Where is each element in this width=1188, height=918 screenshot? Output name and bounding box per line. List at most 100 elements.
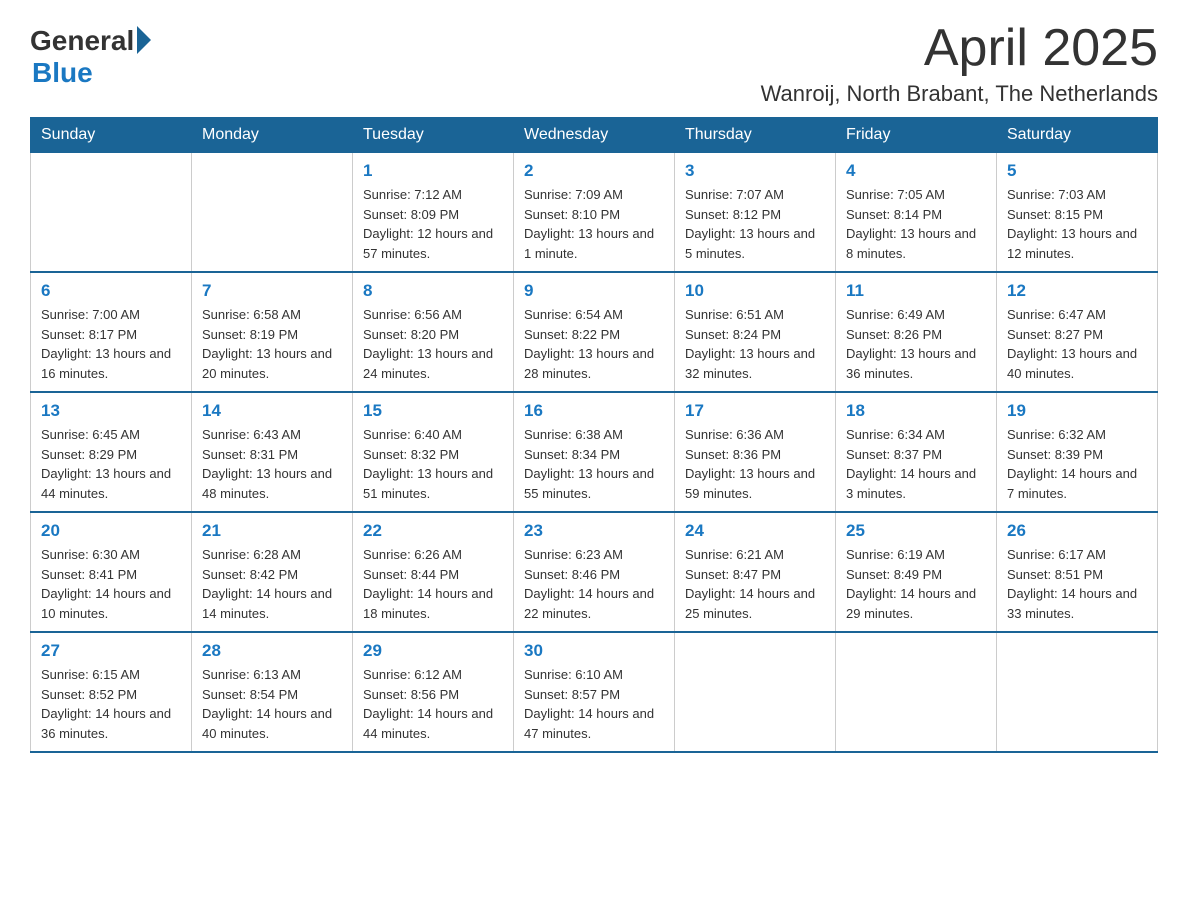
day-number: 15	[363, 401, 503, 421]
day-number: 28	[202, 641, 342, 661]
calendar-cell: 1 Sunrise: 7:12 AMSunset: 8:09 PMDaylight…	[353, 153, 514, 273]
day-number: 18	[846, 401, 986, 421]
calendar-cell: 22 Sunrise: 6:26 AMSunset: 8:44 PMDayligh…	[353, 512, 514, 632]
calendar-cell: 15 Sunrise: 6:40 AMSunset: 8:32 PMDayligh…	[353, 392, 514, 512]
header-cell-sunday: Sunday	[31, 118, 192, 153]
calendar-cell: 9 Sunrise: 6:54 AMSunset: 8:22 PMDaylight…	[514, 272, 675, 392]
calendar-week-row: 20 Sunrise: 6:30 AMSunset: 8:41 PMDayligh…	[31, 512, 1158, 632]
calendar-cell: 17 Sunrise: 6:36 AMSunset: 8:36 PMDayligh…	[675, 392, 836, 512]
day-info: Sunrise: 7:09 AMSunset: 8:10 PMDaylight:…	[524, 185, 664, 263]
day-number: 3	[685, 161, 825, 181]
header-cell-saturday: Saturday	[997, 118, 1158, 153]
day-info: Sunrise: 6:32 AMSunset: 8:39 PMDaylight:…	[1007, 425, 1147, 503]
day-info: Sunrise: 7:12 AMSunset: 8:09 PMDaylight:…	[363, 185, 503, 263]
day-number: 25	[846, 521, 986, 541]
day-number: 6	[41, 281, 181, 301]
calendar-cell: 12 Sunrise: 6:47 AMSunset: 8:27 PMDayligh…	[997, 272, 1158, 392]
logo-blue: Blue	[32, 57, 93, 89]
calendar-cell: 5Sunrise: 7:03 AMSunset: 8:15 PMDaylight…	[997, 153, 1158, 273]
calendar-cell: 11 Sunrise: 6:49 AMSunset: 8:26 PMDayligh…	[836, 272, 997, 392]
day-info: Sunrise: 6:36 AMSunset: 8:36 PMDaylight:…	[685, 425, 825, 503]
calendar-cell: 21Sunrise: 6:28 AMSunset: 8:42 PMDayligh…	[192, 512, 353, 632]
day-number: 21	[202, 521, 342, 541]
calendar-cell: 8 Sunrise: 6:56 AMSunset: 8:20 PMDaylight…	[353, 272, 514, 392]
day-info: Sunrise: 6:58 AMSunset: 8:19 PMDaylight:…	[202, 305, 342, 383]
header-cell-monday: Monday	[192, 118, 353, 153]
calendar-cell	[192, 153, 353, 273]
calendar-week-row: 6 Sunrise: 7:00 AMSunset: 8:17 PMDaylight…	[31, 272, 1158, 392]
logo: General Blue	[30, 20, 151, 89]
calendar-table: SundayMondayTuesdayWednesdayThursdayFrid…	[30, 117, 1158, 753]
header-cell-wednesday: Wednesday	[514, 118, 675, 153]
day-info: Sunrise: 6:34 AMSunset: 8:37 PMDaylight:…	[846, 425, 986, 503]
calendar-week-row: 27 Sunrise: 6:15 AMSunset: 8:52 PMDayligh…	[31, 632, 1158, 752]
day-info: Sunrise: 7:05 AMSunset: 8:14 PMDaylight:…	[846, 185, 986, 263]
day-number: 14	[202, 401, 342, 421]
logo-arrow-icon	[137, 26, 151, 54]
day-info: Sunrise: 6:47 AMSunset: 8:27 PMDaylight:…	[1007, 305, 1147, 383]
day-info: Sunrise: 6:26 AMSunset: 8:44 PMDaylight:…	[363, 545, 503, 623]
day-info: Sunrise: 6:40 AMSunset: 8:32 PMDaylight:…	[363, 425, 503, 503]
day-info: Sunrise: 6:43 AMSunset: 8:31 PMDaylight:…	[202, 425, 342, 503]
day-number: 29	[363, 641, 503, 661]
calendar-cell: 13Sunrise: 6:45 AMSunset: 8:29 PMDayligh…	[31, 392, 192, 512]
calendar-week-row: 1 Sunrise: 7:12 AMSunset: 8:09 PMDaylight…	[31, 153, 1158, 273]
day-number: 26	[1007, 521, 1147, 541]
calendar-cell: 16Sunrise: 6:38 AMSunset: 8:34 PMDayligh…	[514, 392, 675, 512]
location-title: Wanroij, North Brabant, The Netherlands	[761, 81, 1158, 107]
day-info: Sunrise: 6:10 AMSunset: 8:57 PMDaylight:…	[524, 665, 664, 743]
day-info: Sunrise: 6:21 AMSunset: 8:47 PMDaylight:…	[685, 545, 825, 623]
day-number: 24	[685, 521, 825, 541]
calendar-cell: 2 Sunrise: 7:09 AMSunset: 8:10 PMDaylight…	[514, 153, 675, 273]
calendar-header-row: SundayMondayTuesdayWednesdayThursdayFrid…	[31, 118, 1158, 153]
day-info: Sunrise: 6:56 AMSunset: 8:20 PMDaylight:…	[363, 305, 503, 383]
day-number: 23	[524, 521, 664, 541]
day-info: Sunrise: 6:13 AMSunset: 8:54 PMDaylight:…	[202, 665, 342, 743]
day-number: 1	[363, 161, 503, 181]
calendar-cell: 25 Sunrise: 6:19 AMSunset: 8:49 PMDayligh…	[836, 512, 997, 632]
day-info: Sunrise: 6:30 AMSunset: 8:41 PMDaylight:…	[41, 545, 181, 623]
calendar-cell	[31, 153, 192, 273]
logo-general: General	[30, 25, 134, 57]
day-number: 5	[1007, 161, 1147, 181]
day-number: 11	[846, 281, 986, 301]
day-info: Sunrise: 6:54 AMSunset: 8:22 PMDaylight:…	[524, 305, 664, 383]
calendar-cell: 20 Sunrise: 6:30 AMSunset: 8:41 PMDayligh…	[31, 512, 192, 632]
day-number: 2	[524, 161, 664, 181]
calendar-cell: 29 Sunrise: 6:12 AMSunset: 8:56 PMDayligh…	[353, 632, 514, 752]
day-info: Sunrise: 6:12 AMSunset: 8:56 PMDaylight:…	[363, 665, 503, 743]
day-number: 9	[524, 281, 664, 301]
day-number: 10	[685, 281, 825, 301]
calendar-cell: 24 Sunrise: 6:21 AMSunset: 8:47 PMDayligh…	[675, 512, 836, 632]
day-number: 27	[41, 641, 181, 661]
calendar-cell: 7 Sunrise: 6:58 AMSunset: 8:19 PMDaylight…	[192, 272, 353, 392]
calendar-cell: 4Sunrise: 7:05 AMSunset: 8:14 PMDaylight…	[836, 153, 997, 273]
day-number: 17	[685, 401, 825, 421]
calendar-cell: 6 Sunrise: 7:00 AMSunset: 8:17 PMDaylight…	[31, 272, 192, 392]
title-area: April 2025 Wanroij, North Brabant, The N…	[761, 20, 1158, 107]
day-number: 8	[363, 281, 503, 301]
day-info: Sunrise: 6:38 AMSunset: 8:34 PMDaylight:…	[524, 425, 664, 503]
calendar-cell	[675, 632, 836, 752]
calendar-cell: 27 Sunrise: 6:15 AMSunset: 8:52 PMDayligh…	[31, 632, 192, 752]
day-number: 13	[41, 401, 181, 421]
day-info: Sunrise: 6:49 AMSunset: 8:26 PMDaylight:…	[846, 305, 986, 383]
calendar-cell: 10 Sunrise: 6:51 AMSunset: 8:24 PMDayligh…	[675, 272, 836, 392]
month-title: April 2025	[761, 20, 1158, 77]
day-number: 12	[1007, 281, 1147, 301]
day-info: Sunrise: 7:00 AMSunset: 8:17 PMDaylight:…	[41, 305, 181, 383]
day-info: Sunrise: 6:17 AMSunset: 8:51 PMDaylight:…	[1007, 545, 1147, 623]
calendar-cell: 3Sunrise: 7:07 AMSunset: 8:12 PMDaylight…	[675, 153, 836, 273]
day-number: 20	[41, 521, 181, 541]
calendar-cell	[836, 632, 997, 752]
day-info: Sunrise: 6:19 AMSunset: 8:49 PMDaylight:…	[846, 545, 986, 623]
calendar-cell: 19Sunrise: 6:32 AMSunset: 8:39 PMDayligh…	[997, 392, 1158, 512]
header: General Blue April 2025 Wanroij, North B…	[30, 20, 1158, 107]
calendar-cell: 14 Sunrise: 6:43 AMSunset: 8:31 PMDayligh…	[192, 392, 353, 512]
day-number: 22	[363, 521, 503, 541]
day-info: Sunrise: 6:51 AMSunset: 8:24 PMDaylight:…	[685, 305, 825, 383]
calendar-cell: 26 Sunrise: 6:17 AMSunset: 8:51 PMDayligh…	[997, 512, 1158, 632]
day-number: 7	[202, 281, 342, 301]
header-cell-tuesday: Tuesday	[353, 118, 514, 153]
day-info: Sunrise: 6:15 AMSunset: 8:52 PMDaylight:…	[41, 665, 181, 743]
